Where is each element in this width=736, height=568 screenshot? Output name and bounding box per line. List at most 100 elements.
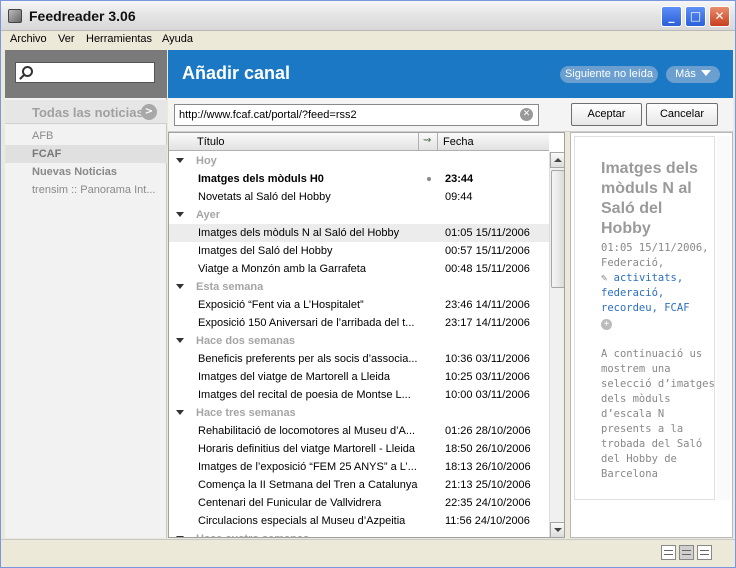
sidebar-item-fcaf[interactable]: FCAF (5, 145, 167, 163)
tag-icon: ✎ (601, 272, 614, 284)
menu-bar: Archivo Ver Herramientas Ayuda (1, 31, 735, 49)
column-header: Título ⇝ Fecha (169, 133, 549, 151)
row-title: Exposició “Fent via a L’Hospitalet” (198, 299, 364, 311)
row-date: 21:13 25/10/2006 (445, 479, 531, 491)
tag-link[interactable]: federació, (601, 287, 664, 299)
table-row[interactable]: Viatge a Monzón amb la Garrafeta 00:48 15… (169, 260, 549, 278)
minimize-button[interactable]: _ (661, 6, 682, 27)
table-row[interactable]: Novetats al Saló del Hobby 09:44 (169, 188, 549, 206)
table-row[interactable]: Imatges del Saló del Hobby 00:57 15/11/20… (169, 242, 549, 260)
table-row[interactable]: Exposició “Fent via a L’Hospitalet” 23:46… (169, 296, 549, 314)
close-button[interactable]: ✕ (709, 6, 730, 27)
row-date: 23:46 14/11/2006 (445, 299, 530, 311)
all-news-row[interactable]: Todas las noticias > (5, 100, 167, 124)
table-row[interactable]: Beneficis preferents per als socis d’ass… (169, 350, 549, 368)
url-input[interactable]: http://www.fcaf.cat/portal/?feed=rss2 (174, 104, 539, 126)
menu-herramientas[interactable]: Herramientas (86, 33, 152, 45)
row-date: 10:36 03/11/2006 (445, 353, 530, 365)
table-row[interactable]: Imatges del recital de poesia de Montse … (169, 386, 549, 404)
row-date: 00:57 15/11/2006 (445, 245, 530, 257)
menu-archivo[interactable]: Archivo (10, 33, 47, 45)
arrow-right-icon[interactable]: > (141, 104, 157, 120)
table-row[interactable]: Imatges de l’exposició “FEM 25 ANYS” a L… (169, 458, 549, 476)
group-header[interactable]: Hoy (169, 152, 549, 170)
group-header[interactable]: Hace dos semanas (169, 332, 549, 350)
column-divider[interactable] (418, 133, 419, 151)
preview-title: Imatges dels mòduls N al Saló del Hobby (601, 160, 698, 237)
column-title[interactable]: Título (197, 136, 225, 148)
menu-ver[interactable]: Ver (58, 33, 75, 45)
row-title: Horaris definitius del viatge Martorell … (198, 443, 416, 455)
tag-link[interactable]: recordeu, (601, 302, 658, 314)
group-header[interactable]: Ayer (169, 206, 549, 224)
group-label: Hace dos semanas (196, 335, 296, 347)
row-date: 18:50 26/10/2006 (445, 443, 531, 455)
group-header[interactable]: Hace tres semanas (169, 404, 549, 422)
flag-icon[interactable]: ⇝ (423, 135, 431, 146)
add-tag-icon[interactable]: + (601, 319, 612, 330)
group-label: Hace cuatro semanas (196, 530, 309, 537)
row-date: 10:00 03/11/2006 (445, 389, 530, 401)
table-row[interactable]: Imatges del viatge de Martorell a Lleida… (169, 368, 549, 386)
window-title: Feedreader 3.06 (29, 8, 136, 24)
row-title: Beneficis preferents per als socis d’ass… (198, 353, 418, 365)
more-button[interactable]: Más (666, 66, 720, 83)
maximize-button[interactable]: □ (685, 6, 706, 27)
table-row[interactable]: Comença la II Setmana del Tren a Catalun… (169, 476, 549, 494)
row-title: Imatges dels mòduls N al Saló del Hobby (198, 227, 400, 239)
table-row[interactable]: Horaris definitius del viatge Martorell … (169, 440, 549, 458)
page-title: Añadir canal (182, 63, 291, 83)
row-title: Centenari del Funicular de Vallvidrera (198, 497, 382, 509)
column-divider[interactable] (437, 133, 438, 151)
collapse-triangle-icon[interactable] (176, 158, 184, 163)
sidebar-search-area (5, 50, 167, 98)
group-header[interactable]: Hace cuatro semanas (169, 530, 549, 537)
collapse-triangle-icon[interactable] (176, 284, 184, 289)
row-date: 01:26 28/10/2006 (445, 425, 531, 437)
preview-scrollbar[interactable] (717, 136, 731, 500)
column-date[interactable]: Fecha (443, 136, 474, 148)
unread-dot-icon (427, 177, 431, 181)
row-title: Comença la II Setmana del Tren a Catalun… (198, 479, 418, 491)
sidebar-item-nuevas-noticias[interactable]: Nuevas Noticias (5, 163, 167, 181)
collapse-triangle-icon[interactable] (176, 338, 184, 343)
table-row[interactable]: Imatges dels mòduls N al Saló del Hobby 0… (169, 224, 549, 242)
all-news-label: Todas las noticias (32, 105, 144, 120)
preview-tags: ✎ activitats, federació, recordeu, FCAF … (601, 271, 716, 331)
table-row[interactable]: Rehabilitació de locomotores al Museu d’… (169, 422, 549, 440)
list-scrollbar[interactable] (549, 152, 564, 537)
layout-icon-2[interactable] (679, 545, 694, 560)
layout-icon-3[interactable] (697, 545, 712, 560)
row-date: 11:56 24/10/2006 (445, 515, 530, 527)
chevron-down-icon (700, 70, 711, 76)
layout-icon-1[interactable] (661, 545, 676, 560)
table-row[interactable]: Centenari del Funicular de Vallvidrera 22… (169, 494, 549, 512)
menu-ayuda[interactable]: Ayuda (162, 33, 193, 45)
row-date: 10:25 03/11/2006 (445, 371, 530, 383)
group-header[interactable]: Esta semana (169, 278, 549, 296)
preview-author: Federació, (601, 257, 665, 269)
article-list: Título ⇝ Fecha Hoy Imatges dels mòduls H0… (168, 132, 565, 538)
tag-link[interactable]: FCAF (664, 302, 689, 314)
sidebar: Todas las noticias > AFB FCAF Nuevas Not… (5, 50, 167, 538)
scroll-thumb[interactable] (551, 170, 564, 288)
row-date: 01:05 15/11/2006 (445, 227, 530, 239)
table-row[interactable]: Imatges dels mòduls H0 23:44 (169, 170, 549, 188)
tag-link[interactable]: activitats, (614, 272, 684, 284)
collapse-triangle-icon[interactable] (176, 212, 184, 217)
collapse-triangle-icon[interactable] (176, 410, 184, 415)
preview-meta: 01:05 15/11/2006, Federació, ✎ activitat… (601, 241, 716, 331)
table-row[interactable]: Circulacions especials al Museu d’Azpeit… (169, 512, 549, 530)
clear-icon[interactable]: ✕ (520, 108, 533, 121)
scroll-down-icon[interactable] (550, 522, 564, 537)
search-input[interactable] (15, 62, 155, 83)
sidebar-item-trensim[interactable]: trensim :: Panorama Int... (5, 181, 167, 199)
group-label: Hoy (196, 155, 217, 167)
accept-button[interactable]: Aceptar (571, 103, 642, 126)
collapse-triangle-icon[interactable] (176, 536, 184, 537)
sidebar-item-afb[interactable]: AFB (5, 127, 167, 145)
cancel-button[interactable]: Cancelar (646, 103, 718, 126)
table-row[interactable]: Exposició 150 Aniversari de l’arribada d… (169, 314, 549, 332)
scroll-up-icon[interactable] (550, 152, 564, 168)
next-unread-button[interactable]: Siguiente no leída (560, 66, 658, 83)
